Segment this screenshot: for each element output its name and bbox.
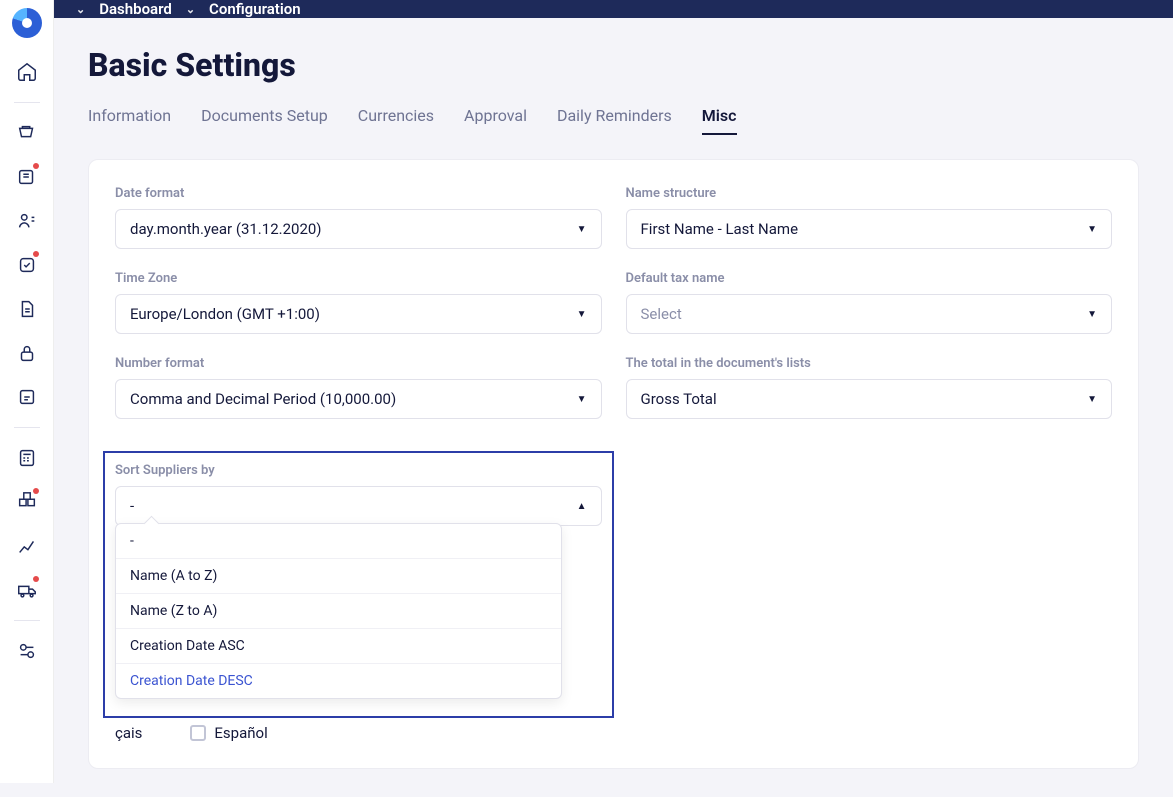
app-logo-icon[interactable] [12, 8, 42, 38]
nav-separator [14, 102, 40, 103]
breadcrumb-configuration[interactable]: Configuration [209, 0, 301, 18]
caret-down-icon: ▼ [577, 309, 587, 320]
name-structure-select[interactable]: First Name - Last Name ▼ [626, 209, 1113, 249]
sort-suppliers-value: - [130, 497, 134, 515]
caret-down-icon: ▼ [1087, 309, 1097, 320]
default-tax-select[interactable]: Select ▼ [626, 294, 1113, 334]
chevron-down-icon[interactable]: ⌄ [186, 3, 195, 16]
nav-separator [14, 427, 40, 428]
number-format-select[interactable]: Comma and Decimal Period (10,000.00) ▼ [115, 379, 602, 419]
field-default-tax: Default tax name Select ▼ [626, 271, 1113, 334]
settings-tabs: Information Documents Setup Currencies A… [88, 106, 1139, 135]
top-breadcrumb-bar: ⌄ Dashboard ⌄ Configuration [54, 0, 1173, 18]
tab-documents-setup[interactable]: Documents Setup [201, 106, 328, 135]
total-lists-value: Gross Total [641, 390, 717, 408]
checkbox-icon[interactable] [190, 725, 206, 741]
date-format-value: day.month.year (31.12.2020) [130, 220, 322, 238]
caret-down-icon: ▼ [577, 224, 587, 235]
field-number-format: Number format Comma and Decimal Period (… [115, 356, 602, 419]
settings-toggle-icon[interactable] [7, 631, 47, 671]
sort-option-name-desc[interactable]: Name (Z to A) [116, 594, 561, 629]
number-format-label: Number format [115, 356, 602, 371]
lang-es-label: Español [214, 724, 267, 742]
sort-suppliers-select[interactable]: - ▲ [115, 486, 602, 526]
shipping-icon[interactable] [7, 570, 47, 610]
total-lists-label: The total in the document's lists [626, 356, 1113, 371]
tab-daily-reminders[interactable]: Daily Reminders [557, 106, 672, 135]
field-name-structure: Name structure First Name - Last Name ▼ [626, 186, 1113, 249]
tab-approval[interactable]: Approval [464, 106, 527, 135]
sort-option-date-desc[interactable]: Creation Date DESC [116, 664, 561, 698]
sort-suppliers-label: Sort Suppliers by [115, 463, 602, 478]
date-format-label: Date format [115, 186, 602, 201]
name-structure-value: First Name - Last Name [641, 220, 799, 238]
date-format-select[interactable]: day.month.year (31.12.2020) ▼ [115, 209, 602, 249]
tasks-icon[interactable] [7, 245, 47, 285]
caret-down-icon: ▼ [1087, 394, 1097, 405]
caret-up-icon: ▲ [577, 501, 587, 512]
suppliers-icon[interactable] [7, 201, 47, 241]
page-title: Basic Settings [88, 46, 1139, 84]
field-time-zone: Time Zone Europe/London (GMT +1:00) ▼ [115, 271, 602, 334]
sort-option-none[interactable]: - [116, 524, 561, 559]
caret-down-icon: ▼ [1087, 224, 1097, 235]
name-structure-label: Name structure [626, 186, 1113, 201]
tab-misc[interactable]: Misc [702, 106, 737, 135]
number-format-value: Comma and Decimal Period (10,000.00) [130, 390, 396, 408]
lock-icon[interactable] [7, 333, 47, 373]
field-total-lists: The total in the document's lists Gross … [626, 356, 1113, 419]
sort-suppliers-dropdown: - Name (A to Z) Name (Z to A) Creation D… [115, 523, 562, 699]
nav-separator [14, 620, 40, 621]
document-icon[interactable] [7, 289, 47, 329]
lang-option-fr[interactable]: çais [115, 724, 142, 742]
sort-option-name-asc[interactable]: Name (A to Z) [116, 559, 561, 594]
settings-card: Date format day.month.year (31.12.2020) … [88, 159, 1139, 769]
lang-fr-label: çais [115, 724, 142, 742]
field-date-format: Date format day.month.year (31.12.2020) … [115, 186, 602, 249]
chevron-down-icon[interactable]: ⌄ [76, 3, 85, 16]
caret-down-icon: ▼ [577, 394, 587, 405]
lang-option-es[interactable]: Español [190, 724, 267, 742]
language-row: çais Español [115, 724, 1112, 742]
total-lists-select[interactable]: Gross Total ▼ [626, 379, 1113, 419]
calculator-icon[interactable] [7, 438, 47, 478]
sort-suppliers-highlight: Sort Suppliers by - ▲ - Name (A to Z) Na… [103, 451, 614, 718]
analytics-icon[interactable] [7, 526, 47, 566]
breadcrumb-dashboard[interactable]: Dashboard [99, 0, 172, 18]
approval-icon[interactable] [7, 377, 47, 417]
left-sidebar [0, 0, 54, 783]
time-zone-label: Time Zone [115, 271, 602, 286]
default-tax-value: Select [641, 305, 682, 323]
invoice-icon[interactable] [7, 157, 47, 197]
inventory-icon[interactable] [7, 482, 47, 522]
tab-currencies[interactable]: Currencies [358, 106, 434, 135]
sort-option-date-asc[interactable]: Creation Date ASC [116, 629, 561, 664]
time-zone-value: Europe/London (GMT +1:00) [130, 305, 320, 323]
home-icon[interactable] [7, 52, 47, 92]
tab-information[interactable]: Information [88, 106, 171, 135]
cart-icon[interactable] [7, 113, 47, 153]
default-tax-label: Default tax name [626, 271, 1113, 286]
time-zone-select[interactable]: Europe/London (GMT +1:00) ▼ [115, 294, 602, 334]
main-content: ⌄ Dashboard ⌄ Configuration Basic Settin… [54, 0, 1173, 783]
